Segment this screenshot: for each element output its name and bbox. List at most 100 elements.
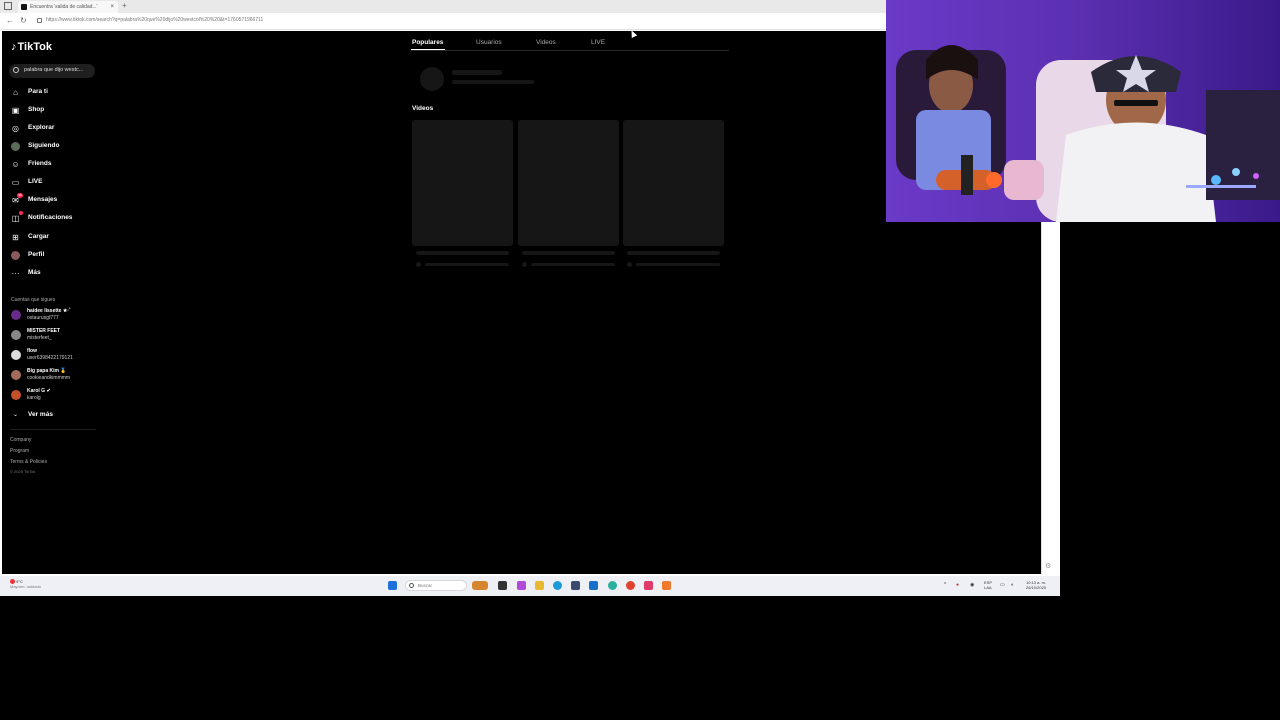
taskbar-search[interactable]: Buscar <box>405 580 467 591</box>
account-name: Karol G ✔ <box>27 388 51 394</box>
sidebar-item-perfil[interactable]: Perfil <box>10 248 98 262</box>
avatar <box>11 350 21 360</box>
clock[interactable]: 10:13 a. m. 26/10/2025 <box>1026 580 1046 590</box>
following-account[interactable]: flow user6398422179121 <box>11 347 99 363</box>
copilot-icon[interactable] <box>517 581 526 590</box>
app-icon[interactable] <box>571 581 580 590</box>
sidebar-item-live[interactable]: ▭ LIVE <box>10 175 98 189</box>
search-input[interactable]: palabra que dijo westc... <box>9 64 95 78</box>
videos-heading: Videos <box>412 105 434 112</box>
sidebar-item-label: Explorar <box>28 124 55 131</box>
following-account[interactable]: Big papa Kim 🥇 cookieandkimmmm <box>11 367 99 383</box>
chrome-icon[interactable] <box>626 581 635 590</box>
sidebar-item-friends[interactable]: ☺ Friends <box>10 157 98 171</box>
see-more-button[interactable]: ⌄ Ver más <box>10 408 98 422</box>
avatar <box>11 370 21 380</box>
language-indicator[interactable]: ESP LAA <box>984 580 992 590</box>
avatar <box>11 330 21 340</box>
back-icon[interactable]: ← <box>6 16 14 25</box>
sidebar-item-mensajes[interactable]: ✉ 99 Mensajes <box>10 193 98 207</box>
chevron-down-icon: ⌄ <box>12 412 19 418</box>
clock-date: 26/10/2025 <box>1026 585 1047 590</box>
settings-gear-icon[interactable]: ⚙ <box>1045 563 1053 571</box>
following-account[interactable]: haidee lissette ★·˚ oxtaurusgf777 <box>11 307 99 323</box>
weather-widget[interactable]: 9°C Mayorm. nublado <box>10 579 41 589</box>
copilot-widget-icon[interactable] <box>472 581 488 590</box>
webcam-image <box>886 0 1280 222</box>
shop-icon: ▣ <box>11 106 20 115</box>
following-account[interactable]: Karol G ✔ karolg <box>11 387 99 403</box>
loading-avatar-placeholder <box>627 262 632 267</box>
loading-text-placeholder <box>452 80 534 84</box>
screen: Encuentra 'salida de calidad...' × + ← ↻… <box>0 0 1280 720</box>
tray-app-icon[interactable]: ● <box>956 582 959 588</box>
task-view-icon[interactable] <box>498 581 507 590</box>
loading-avatar-placeholder <box>522 262 527 267</box>
sidebar-item-shop[interactable]: ▣ Shop <box>10 103 98 117</box>
logo-text: TikTok <box>17 41 52 53</box>
edge-icon[interactable] <box>553 581 562 590</box>
volume-icon[interactable]: ◐ <box>1011 582 1014 588</box>
tiktok-logo[interactable]: ♪TikTok <box>11 41 52 53</box>
sidebar-item-cargar[interactable]: ⊞ Cargar <box>10 230 98 244</box>
sidebar-item-mas[interactable]: ··· Más <box>10 266 98 280</box>
chevron-up-icon[interactable]: ^ <box>944 582 946 588</box>
notifications-icon: ◫ <box>11 214 20 223</box>
sidebar-item-para-ti[interactable]: ⌂ Para ti <box>10 85 98 99</box>
whatsapp-icon[interactable] <box>608 581 617 590</box>
compass-icon: ◎ <box>12 124 19 133</box>
loading-avatar-placeholder <box>416 262 421 267</box>
outlook-icon[interactable] <box>589 581 598 590</box>
tiktok-note-icon: ♪ <box>11 41 17 53</box>
following-icon <box>11 142 20 151</box>
refresh-icon[interactable]: ↻ <box>20 16 27 25</box>
sidebar-item-label: Mensajes <box>28 196 58 203</box>
upload-icon: ⊞ <box>12 233 19 242</box>
weather-desc: Mayorm. nublado <box>10 584 41 590</box>
tab-usuarios[interactable]: Usuarios <box>476 39 502 46</box>
tab-live[interactable]: LIVE <box>591 39 605 46</box>
account-handle: karolg <box>27 395 41 401</box>
wifi-icon[interactable]: ▭ <box>1000 582 1005 588</box>
notification-dot <box>19 211 23 215</box>
loading-text-placeholder <box>531 263 615 266</box>
file-explorer-icon[interactable] <box>535 581 544 590</box>
footer-company[interactable]: Company <box>10 437 31 443</box>
sidebar-item-label: Para ti <box>28 88 48 95</box>
new-tab-button[interactable]: + <box>122 0 127 12</box>
following-account[interactable]: MISTER FEET misterfeet_ <box>11 327 99 343</box>
tab-populares[interactable]: Populares <box>412 39 443 46</box>
live-icon: ▭ <box>11 178 20 187</box>
network-icon[interactable]: ◉ <box>970 582 974 588</box>
video-card-placeholder[interactable] <box>623 120 724 246</box>
sidebar-item-label: LIVE <box>28 178 43 185</box>
loading-text-placeholder <box>522 251 615 255</box>
account-name: Big papa Kim 🥇 <box>27 368 67 374</box>
account-handle: oxtaurusgf777 <box>27 315 59 321</box>
sidebar-item-label: Cargar <box>28 233 49 240</box>
url-field[interactable]: https://www.tiktok.com/search?q=palabra%… <box>46 17 263 23</box>
tab-videos[interactable]: Videos <box>536 39 556 46</box>
loading-text-placeholder <box>627 251 720 255</box>
search-icon <box>409 583 414 588</box>
browser-tab[interactable]: Encuentra 'salida de calidad...' × <box>18 1 118 13</box>
start-icon[interactable] <box>388 581 397 590</box>
close-tab-icon[interactable]: × <box>110 1 114 13</box>
video-card-placeholder[interactable] <box>518 120 619 246</box>
video-card-placeholder[interactable] <box>412 120 513 246</box>
divider <box>10 429 96 430</box>
lock-icon <box>37 18 42 23</box>
sidebar-item-notificaciones[interactable]: ◫ Notificaciones <box>10 211 98 225</box>
app-icon[interactable] <box>662 581 671 590</box>
tiktok-app-icon[interactable] <box>644 581 653 590</box>
sidebar-item-siguiendo[interactable]: Siguiendo <box>10 139 98 153</box>
window-menu-icon[interactable] <box>4 2 12 10</box>
webcam-overlay <box>886 0 1280 222</box>
page-scrollbar[interactable] <box>1041 222 1060 574</box>
friends-icon: ☺ <box>11 160 20 169</box>
footer-terms[interactable]: Terms & Policies <box>10 459 47 465</box>
loading-text-placeholder <box>636 263 720 266</box>
footer-program[interactable]: Program <box>10 448 29 454</box>
sidebar-item-explorar[interactable]: ◎ Explorar <box>10 121 98 135</box>
search-icon <box>13 67 19 73</box>
